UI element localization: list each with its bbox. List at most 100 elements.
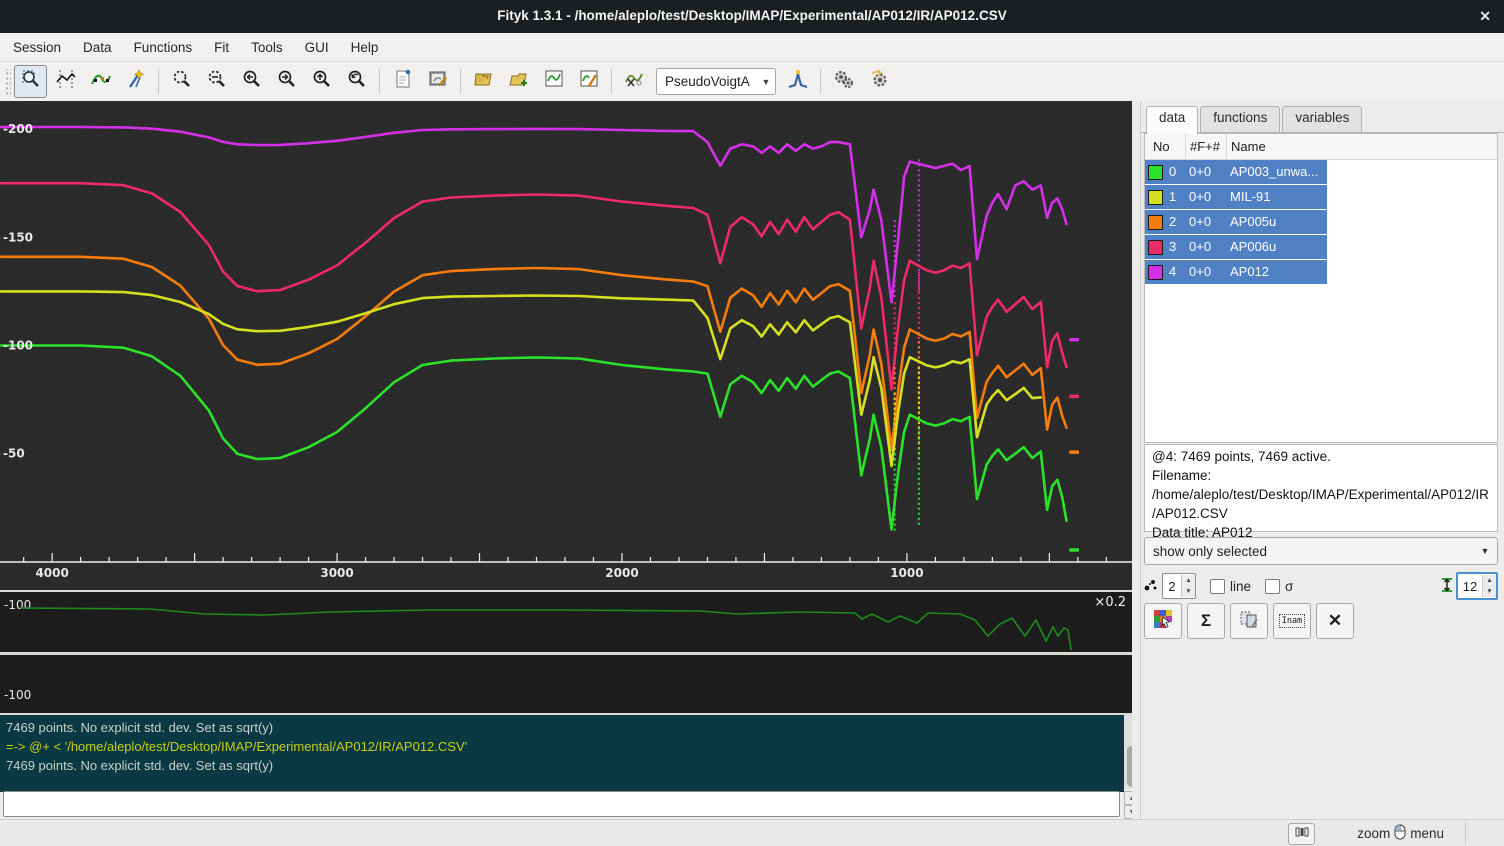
dataset-ff: 0+0 <box>1185 260 1226 284</box>
toolbar-drag-handle[interactable] <box>4 69 11 95</box>
data-transform-button[interactable] <box>618 65 651 98</box>
command-input[interactable] <box>3 791 1120 817</box>
tab-variables[interactable]: variables <box>1282 106 1362 132</box>
status-bar: zoom menu <box>0 819 1504 846</box>
table-row[interactable]: 1 0+0 MIL-91 <box>1145 185 1497 209</box>
aux-plot-1[interactable]: -100 ×0.2 <box>0 592 1132 652</box>
menu-tools[interactable]: Tools <box>240 35 294 60</box>
output-console[interactable]: 7469 points. No explicit std. dev. Set a… <box>0 715 1124 792</box>
point-size-spinner[interactable]: 2 ▲▼ <box>1162 573 1196 599</box>
line-checkbox-label: line <box>1230 579 1251 594</box>
svg-text:3000: 3000 <box>320 566 353 580</box>
zoom-all-button[interactable] <box>165 65 198 98</box>
console-line: 7469 points. No explicit std. dev. Set a… <box>0 718 1124 737</box>
splitter-sash[interactable] <box>1132 101 1140 820</box>
spin-down-icon[interactable]: ▼ <box>1182 586 1195 597</box>
gears-icon <box>833 68 855 95</box>
undo-fit-button[interactable] <box>862 65 895 98</box>
zoom-all-icon <box>171 68 193 95</box>
dataset-ff: 0+0 <box>1185 210 1226 234</box>
toolbar-separator <box>379 69 380 94</box>
zoom-vertical-button[interactable] <box>200 65 233 98</box>
shift-spinner[interactable]: 12 ▲▼ <box>1456 572 1498 600</box>
mouse-config-button[interactable] <box>1288 823 1315 845</box>
sum-button[interactable]: Σ <box>1187 603 1225 639</box>
plot-controls: 2 ▲▼ line σ 12 ▲▼ <box>1144 571 1498 601</box>
edit-colors-button[interactable] <box>1144 603 1182 639</box>
edit-data-button[interactable] <box>572 65 605 98</box>
delete-dataset-button[interactable]: ✕ <box>1316 603 1354 639</box>
table-row[interactable]: 4 0+0 AP012 <box>1145 260 1497 284</box>
show-filter-dropdown[interactable]: show only selected ▼ <box>1144 537 1498 565</box>
svg-text:1000: 1000 <box>890 566 923 580</box>
load-data-custom-button[interactable] <box>502 65 535 98</box>
svg-text:-150: -150 <box>3 230 33 244</box>
column-header-ff[interactable]: #F+# <box>1185 134 1226 159</box>
tab-data[interactable]: data <box>1146 106 1198 134</box>
zoom-mode-button[interactable] <box>14 65 47 98</box>
main-plot[interactable]: 4000300020001000-200-150-100-50 <box>0 101 1132 590</box>
zoom-right-icon <box>276 68 298 95</box>
run-fit-button[interactable] <box>827 65 860 98</box>
dataset-color-swatch[interactable] <box>1148 265 1163 280</box>
table-row[interactable]: 0 0+0 AP003_unwa... <box>1145 160 1497 184</box>
zoom-right-button[interactable] <box>270 65 303 98</box>
column-header-no[interactable]: No <box>1145 134 1185 159</box>
zoom-previous-button[interactable] <box>340 65 373 98</box>
console-command-line: =-> @+ < '/home/aleplo/test/Desktop/IMAP… <box>0 737 1124 756</box>
console-line: 7469 points. No explicit std. dev. Set a… <box>0 756 1124 775</box>
menu-data[interactable]: Data <box>72 35 123 60</box>
spectra-canvas: 4000300020001000-200-150-100-50 <box>0 101 1132 590</box>
function-type-combo[interactable]: PseudoVoigtA ▼ <box>656 68 776 95</box>
mouse-config-icon <box>1295 825 1309 843</box>
function-type-value: PseudoVoigtA <box>657 74 757 89</box>
menu-gui[interactable]: GUI <box>294 35 340 60</box>
sigma-checkbox[interactable] <box>1265 579 1280 594</box>
dataset-ff: 0+0 <box>1185 235 1226 259</box>
table-header: No #F+# Name <box>1145 134 1497 160</box>
column-header-name[interactable]: Name <box>1226 134 1327 159</box>
sidebar: data functions variables No #F+# Name 0 … <box>1140 101 1504 820</box>
peak-plus-icon <box>787 68 809 95</box>
tab-functions[interactable]: functions <box>1200 106 1280 132</box>
dataset-color-swatch[interactable] <box>1148 165 1163 180</box>
dataset-color-swatch[interactable] <box>1148 215 1163 230</box>
line-checkbox[interactable] <box>1210 579 1225 594</box>
data-range-mode-button[interactable] <box>49 65 82 98</box>
view-data-button[interactable] <box>537 65 570 98</box>
copy-data-button[interactable] <box>1230 603 1268 639</box>
aux1-scale-label: ×0.2 <box>1094 595 1126 610</box>
aux-plot-2[interactable]: -100 <box>0 655 1132 713</box>
execute-script-button[interactable] <box>421 65 454 98</box>
zoom-left-icon <box>241 68 263 95</box>
table-row[interactable]: 3 0+0 AP006u <box>1145 235 1497 259</box>
menu-help[interactable]: Help <box>340 35 390 60</box>
zoom-left-button[interactable] <box>235 65 268 98</box>
spin-down-icon[interactable]: ▼ <box>1483 586 1496 597</box>
load-data-button[interactable] <box>467 65 500 98</box>
spin-up-icon[interactable]: ▲ <box>1182 575 1195 586</box>
mouse-icon <box>1394 824 1406 843</box>
table-row[interactable]: 2 0+0 AP005u <box>1145 210 1497 234</box>
edit-script-button[interactable] <box>386 65 419 98</box>
menu-functions[interactable]: Functions <box>123 35 204 60</box>
dataset-name: AP003_unwa... <box>1226 160 1327 184</box>
right-button-hint: menu <box>1410 826 1444 841</box>
spin-up-icon[interactable]: ▲ <box>1483 575 1496 586</box>
rename-button[interactable]: Inam <box>1273 603 1311 639</box>
sidebar-tabs: data functions variables <box>1146 106 1364 134</box>
zoom-up-button[interactable] <box>305 65 338 98</box>
color-grid-icon <box>1153 609 1173 634</box>
auto-add-peak-button[interactable] <box>781 65 814 98</box>
dataset-color-swatch[interactable] <box>1148 240 1163 255</box>
add-peak-mode-button[interactable] <box>119 65 152 98</box>
add-point-mode-button[interactable] <box>84 65 117 98</box>
sigma-checkbox-label: σ <box>1285 579 1293 594</box>
dataset-name: AP012 <box>1226 260 1327 284</box>
dataset-color-swatch[interactable] <box>1148 190 1163 205</box>
svg-text:-50: -50 <box>3 447 25 461</box>
menu-fit[interactable]: Fit <box>203 35 240 60</box>
dataset-name: AP005u <box>1226 210 1327 234</box>
close-icon[interactable]: ✕ <box>1479 8 1491 25</box>
menu-session[interactable]: Session <box>2 35 72 60</box>
